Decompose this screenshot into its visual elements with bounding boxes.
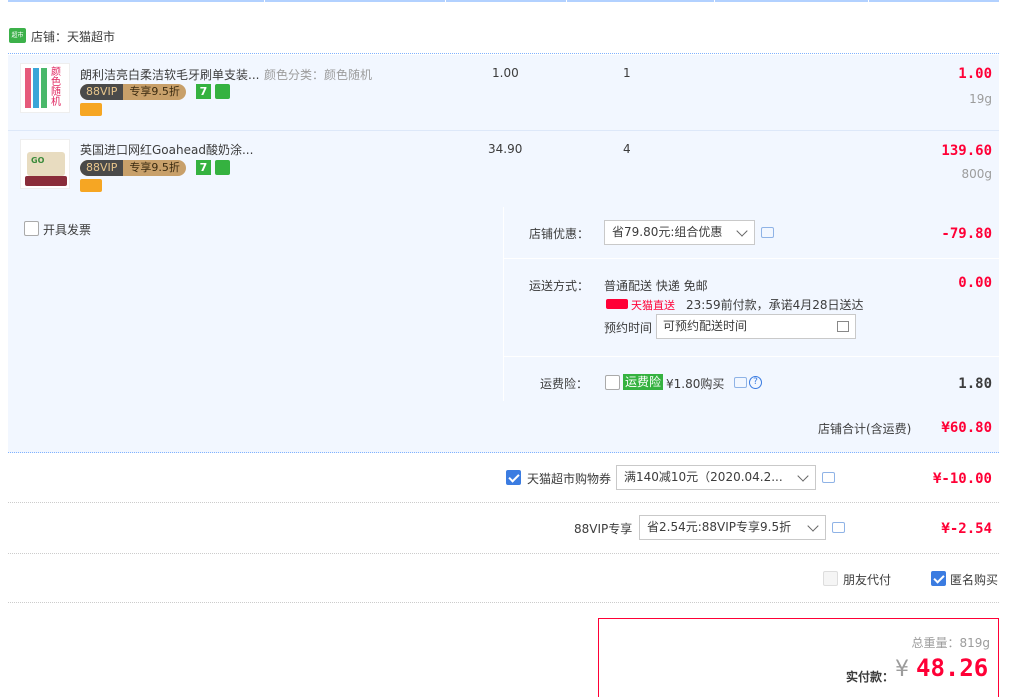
tmall-direct-label: 天猫直送 (631, 299, 675, 312)
schedule-time-value: 可预约配送时间 (663, 319, 748, 333)
column-separator (264, 0, 265, 2)
vip-badge-right: 专享9.5折 (129, 161, 180, 174)
card-payment-icon (80, 103, 102, 116)
currency-symbol: ¥ (895, 657, 909, 682)
column-separator (868, 0, 869, 2)
total-weight: 总重量：819g (911, 636, 990, 650)
shop-discount-amount: -79.80 (941, 226, 992, 242)
vip-badge-left: 88VIP (80, 84, 124, 100)
row-divider (8, 602, 999, 603)
column-separator (714, 0, 715, 2)
product-thumbnail[interactable]: GO (20, 139, 70, 189)
schedule-time-input[interactable]: 可预约配送时间 (656, 314, 856, 339)
shop-total-label: 店铺合计(含运费) (818, 422, 912, 436)
chevron-down-icon (807, 520, 819, 532)
thumbnail-caption: 颜色随机 (51, 67, 61, 108)
schedule-label: 预约时间 (604, 321, 653, 335)
anonymous-checkbox[interactable] (931, 571, 946, 586)
shop-divider (8, 53, 999, 54)
shipping-method: 普通配送 快递 免邮 (604, 279, 708, 293)
vip-select-value: 省2.54元:88VIP专享9.5折 (647, 520, 792, 534)
shop-discount-select-value: 省79.80元:组合优惠 (612, 225, 723, 239)
shipping-amount: 0.00 (958, 275, 992, 291)
product-title[interactable]: 英国进口网红Goahead酸奶涂... (80, 141, 253, 158)
guarantee-icon (215, 84, 230, 99)
pay-amount: 48.26 (916, 654, 989, 682)
invoice-checkbox[interactable] (24, 221, 39, 236)
vip-amount: ¥-2.54 (941, 521, 992, 537)
insurance-price: ¥1.80购买 (666, 377, 725, 391)
product-title[interactable]: 朗利洁亮白柔洁软毛牙刷单支装... (80, 66, 259, 83)
coupon-checkbox[interactable] (506, 470, 521, 485)
column-separator (566, 0, 567, 2)
seven-day-return-icon: 7 (196, 84, 211, 99)
unit-price: 1.00 (492, 66, 519, 80)
vip-discount-badge: 88VIP 专享9.5折 (80, 160, 186, 176)
item-subtotal: 1.00 (958, 66, 992, 82)
panel-divider (504, 356, 999, 357)
friend-pay-checkbox[interactable] (823, 571, 838, 586)
insurance-checkbox[interactable] (605, 375, 620, 390)
calendar-icon[interactable] (837, 321, 849, 332)
card-payment-icon (80, 179, 102, 192)
chevron-down-icon (736, 225, 748, 237)
product-sku: 颜色分类：颜色随机 (264, 68, 373, 82)
unit-price: 34.90 (488, 142, 523, 156)
shop-name[interactable]: 店铺：天猫超市 (31, 28, 115, 45)
vip-select[interactable]: 省2.54元:88VIP专享9.5折 (639, 515, 826, 540)
invoice-label[interactable]: 开具发票 (43, 221, 91, 238)
insurance-tag: 运费险 (623, 374, 664, 390)
item-weight: 19g (969, 92, 992, 106)
shop-discount-label: 店铺优惠： (529, 227, 590, 241)
pay-label: 实付款： (846, 670, 895, 684)
panel-divider (504, 258, 999, 259)
quantity: 4 (623, 142, 631, 156)
shop-discount-select[interactable]: 省79.80元:组合优惠 (604, 220, 755, 245)
message-icon[interactable] (832, 522, 845, 533)
vip-badge-right: 专享9.5折 (129, 85, 180, 98)
item-weight: 800g (961, 167, 992, 181)
vip-badge-left: 88VIP (80, 160, 124, 176)
shipping-label: 运送方式： (529, 279, 590, 293)
column-separator (445, 0, 446, 2)
shop-total-amount: ¥60.80 (941, 420, 992, 436)
coupon-select[interactable]: 满140减10元（2020.04.2... (616, 465, 816, 490)
thumbnail-caption: GO (31, 156, 45, 165)
product-thumbnail[interactable]: 颜色随机 (20, 63, 70, 113)
row-divider (8, 553, 999, 554)
message-icon[interactable] (761, 227, 774, 238)
help-icon[interactable]: ? (749, 376, 762, 389)
delivery-promise: 23:59前付款，承诺4月28日送达 (686, 298, 864, 312)
coupon-select-value: 满140减10元（2020.04.2... (624, 470, 783, 484)
vip-discount-badge: 88VIP 专享9.5折 (80, 84, 186, 100)
quantity: 1 (623, 66, 631, 80)
anonymous-label[interactable]: 匿名购买 (950, 571, 998, 588)
tmall-direct-icon (606, 299, 628, 309)
insurance-label: 运费险： (540, 377, 589, 391)
chevron-down-icon (797, 470, 809, 482)
message-icon[interactable] (822, 472, 835, 483)
row-divider (8, 502, 999, 503)
vip-label: 88VIP专享 (574, 522, 633, 536)
friend-pay-label[interactable]: 朋友代付 (843, 571, 891, 588)
insurance-amount: 1.80 (958, 376, 992, 392)
tmall-supermarket-logo-icon: 超市 (9, 28, 26, 43)
coupon-label[interactable]: 天猫超市购物券 (527, 470, 611, 487)
coupon-amount: ¥-10.00 (932, 471, 992, 487)
guarantee-icon (215, 160, 230, 175)
message-icon[interactable] (734, 377, 747, 388)
header-bar (8, 0, 999, 2)
item-subtotal: 139.60 (941, 143, 992, 159)
seven-day-return-icon: 7 (196, 160, 211, 175)
